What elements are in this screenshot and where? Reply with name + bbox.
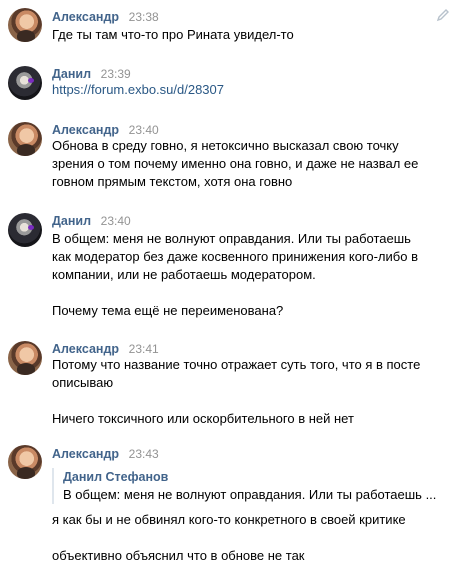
message: Александр 23:41 Потому что название точн… bbox=[0, 339, 458, 429]
message: Александр 23:38 Где ты там что-то про Ри… bbox=[0, 6, 458, 46]
message-text: Ничего токсичного или оскорбительного в … bbox=[52, 411, 354, 426]
message-text: описываю bbox=[52, 375, 114, 390]
message-time[interactable]: 23:43 bbox=[129, 447, 159, 461]
avatar[interactable] bbox=[8, 122, 42, 156]
message-text: я как бы и не обвинял кого-то конкретног… bbox=[52, 512, 406, 527]
message-text: зрения о том почему именно она говно, и … bbox=[52, 156, 419, 171]
author-name[interactable]: Александр bbox=[52, 123, 119, 137]
quote-text: В общем: меня не волнуют оправдания. Или… bbox=[63, 487, 437, 502]
message-text: Где ты там что-то про Рината увидел-то bbox=[52, 27, 294, 42]
message-link[interactable]: https://forum.exbo.su/d/28307 bbox=[52, 82, 224, 97]
message-time[interactable]: 23:38 bbox=[129, 10, 159, 24]
message-time[interactable]: 23:41 bbox=[129, 342, 159, 356]
message-text: объективно объяснил что в обнове не так bbox=[52, 548, 305, 563]
avatar[interactable] bbox=[8, 213, 42, 247]
message-text: как модератор без даже косвенного приниж… bbox=[52, 249, 418, 264]
message-text: говном прямым текстом, хотя она говно bbox=[52, 174, 293, 189]
author-name[interactable]: Александр bbox=[52, 447, 119, 461]
message: Данил 23:40 В общем: меня не волнуют опр… bbox=[0, 211, 458, 321]
avatar[interactable] bbox=[8, 445, 42, 479]
message: Александр 23:43 Данил Стефанов В общем: … bbox=[0, 443, 458, 569]
author-name[interactable]: Александр bbox=[52, 10, 119, 24]
author-name[interactable]: Данил bbox=[52, 67, 91, 81]
message-time[interactable]: 23:39 bbox=[101, 67, 131, 81]
avatar[interactable] bbox=[8, 66, 42, 100]
message-text: Почему тема ещё не переименована? bbox=[52, 303, 284, 318]
message-text: Обнова в среду говно, я нетоксично выска… bbox=[52, 138, 399, 153]
message-text: компании, или не работаешь модератором. bbox=[52, 267, 316, 282]
avatar[interactable] bbox=[8, 8, 42, 42]
message-text: Потому что название точно отражает суть … bbox=[52, 357, 421, 372]
message: Данил 23:39 https://forum.exbo.su/d/2830… bbox=[0, 64, 458, 104]
quote-author[interactable]: Данил Стефанов bbox=[63, 468, 444, 486]
message: Александр 23:40 Обнова в среду говно, я … bbox=[0, 120, 458, 200]
message-text: В общем: меня не волнуют оправдания. Или… bbox=[52, 231, 411, 246]
author-name[interactable]: Данил bbox=[52, 214, 91, 228]
forwarded-message[interactable]: Данил Стефанов В общем: меня не волнуют … bbox=[52, 468, 444, 504]
message-time[interactable]: 23:40 bbox=[101, 214, 131, 228]
author-name[interactable]: Александр bbox=[52, 342, 119, 356]
message-time[interactable]: 23:40 bbox=[129, 123, 159, 137]
avatar[interactable] bbox=[8, 341, 42, 375]
